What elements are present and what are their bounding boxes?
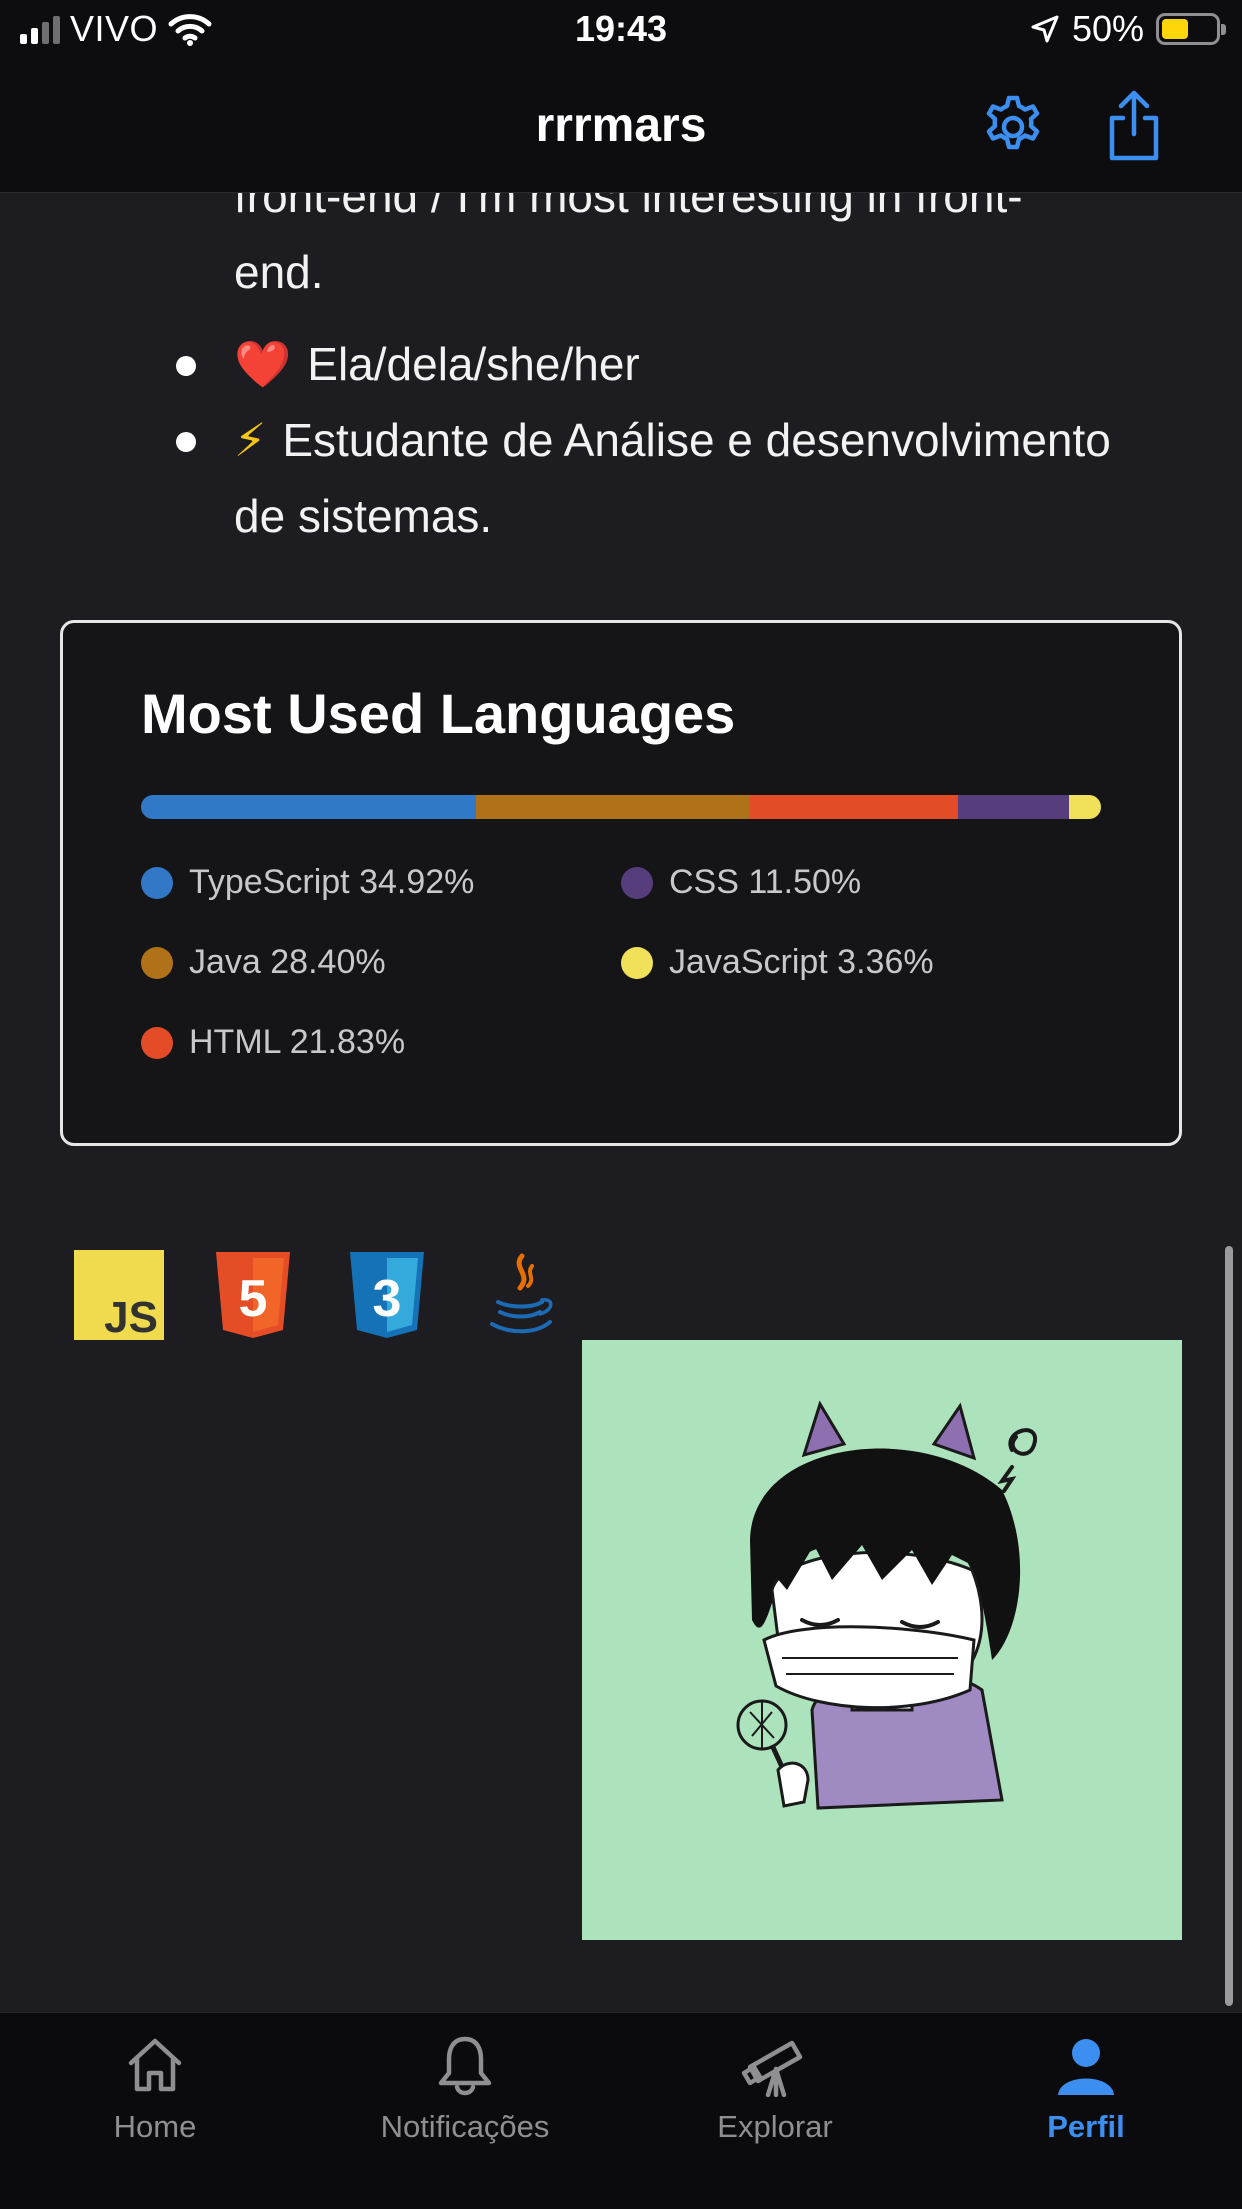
tab-perfil[interactable]: Perfil: [966, 2033, 1206, 2145]
language-bar-segment-css: [958, 795, 1069, 819]
profile-readme: front-end / I'm most interesting in fron…: [0, 192, 1242, 2012]
legend-label: TypeScript 34.92%: [189, 863, 475, 901]
legend-label: CSS 11.50%: [669, 863, 862, 901]
legend-label: JavaScript 3.36%: [669, 943, 934, 981]
location-arrow-icon: [1031, 15, 1059, 43]
sticker-illustration: [736, 1400, 1038, 1810]
battery-fill: [1162, 19, 1188, 39]
home-icon: [128, 2038, 182, 2092]
status-bar: VIVO 19:43 50%: [0, 0, 1242, 62]
language-bar-segment-typescript: [141, 795, 477, 819]
profile-username: rrrmars: [535, 99, 707, 152]
devil-girl-sticker: [582, 1340, 1182, 1940]
legend-label: Java 28.40%: [189, 943, 386, 981]
scroll-indicator[interactable]: [1225, 1246, 1233, 2006]
language-bar-segment-javascript: [1068, 795, 1101, 819]
css3-icon: 3: [350, 1252, 424, 1338]
tab-notificacoes[interactable]: Notificações: [345, 2033, 585, 2145]
tab-bar: Home Notificações Explorar Perfil: [0, 2012, 1242, 2209]
svg-text:3: 3: [373, 1270, 402, 1328]
svg-text:JS: JS: [104, 1293, 158, 1340]
legend-item-typescript: TypeScript 34.92%: [141, 863, 474, 902]
legend-item-html: HTML 21.83%: [141, 1023, 405, 1062]
language-progress-bar: [141, 795, 1101, 819]
heart-icon: ❤️: [234, 338, 292, 390]
bio-item-student: ⚡ Estudante de Análise e desenvolvimento …: [176, 402, 1174, 554]
tab-explorar[interactable]: Explorar: [655, 2033, 895, 2145]
java-icon: [490, 1253, 553, 1334]
card-title: Most Used Languages: [141, 682, 736, 745]
legend-color-dot: [141, 1026, 173, 1059]
gear-icon[interactable]: [978, 92, 1048, 162]
bio-cut-line: front-end / I'm most interesting in fron…: [234, 192, 1023, 298]
javascript-icon: JS: [74, 1250, 164, 1340]
legend-color-dot: [141, 946, 173, 979]
battery-icon: [1156, 13, 1226, 45]
bio-list: ❤️ Ela/dela/she/her ⚡ Estudante de Análise…: [176, 326, 1174, 554]
language-bar-segment-java: [476, 795, 749, 819]
legend-color-dot: [621, 866, 653, 899]
html5-icon: 5: [216, 1252, 290, 1338]
legend-color-dot: [621, 946, 653, 979]
person-icon: [1058, 2039, 1114, 2095]
svg-text:5: 5: [239, 1270, 268, 1328]
tab-home[interactable]: Home: [35, 2033, 275, 2145]
legend-item-java: Java 28.40%: [141, 943, 386, 982]
bell-icon: [438, 2036, 492, 2096]
telescope-icon: [741, 2040, 803, 2097]
bio-item-pronouns: ❤️ Ela/dela/she/her: [176, 326, 1174, 402]
share-icon[interactable]: [1104, 88, 1164, 164]
legend-label: HTML 21.83%: [189, 1023, 406, 1061]
lightning-icon: ⚡: [234, 414, 267, 466]
battery-percent: 50%: [1071, 8, 1144, 49]
skill-icons-row: JS 5 3: [74, 1250, 566, 1340]
nav-bar: rrrmars: [0, 62, 1242, 193]
most-used-languages-card: Most Used Languages TypeScript 34.92% Jav…: [60, 620, 1182, 1146]
language-bar-segment-html: [748, 795, 959, 819]
legend-item-css: CSS 11.50%: [621, 863, 861, 902]
status-right: 50%: [1030, 8, 1226, 50]
legend-color-dot: [141, 866, 173, 899]
legend-item-javascript: JavaScript 3.36%: [621, 943, 934, 982]
